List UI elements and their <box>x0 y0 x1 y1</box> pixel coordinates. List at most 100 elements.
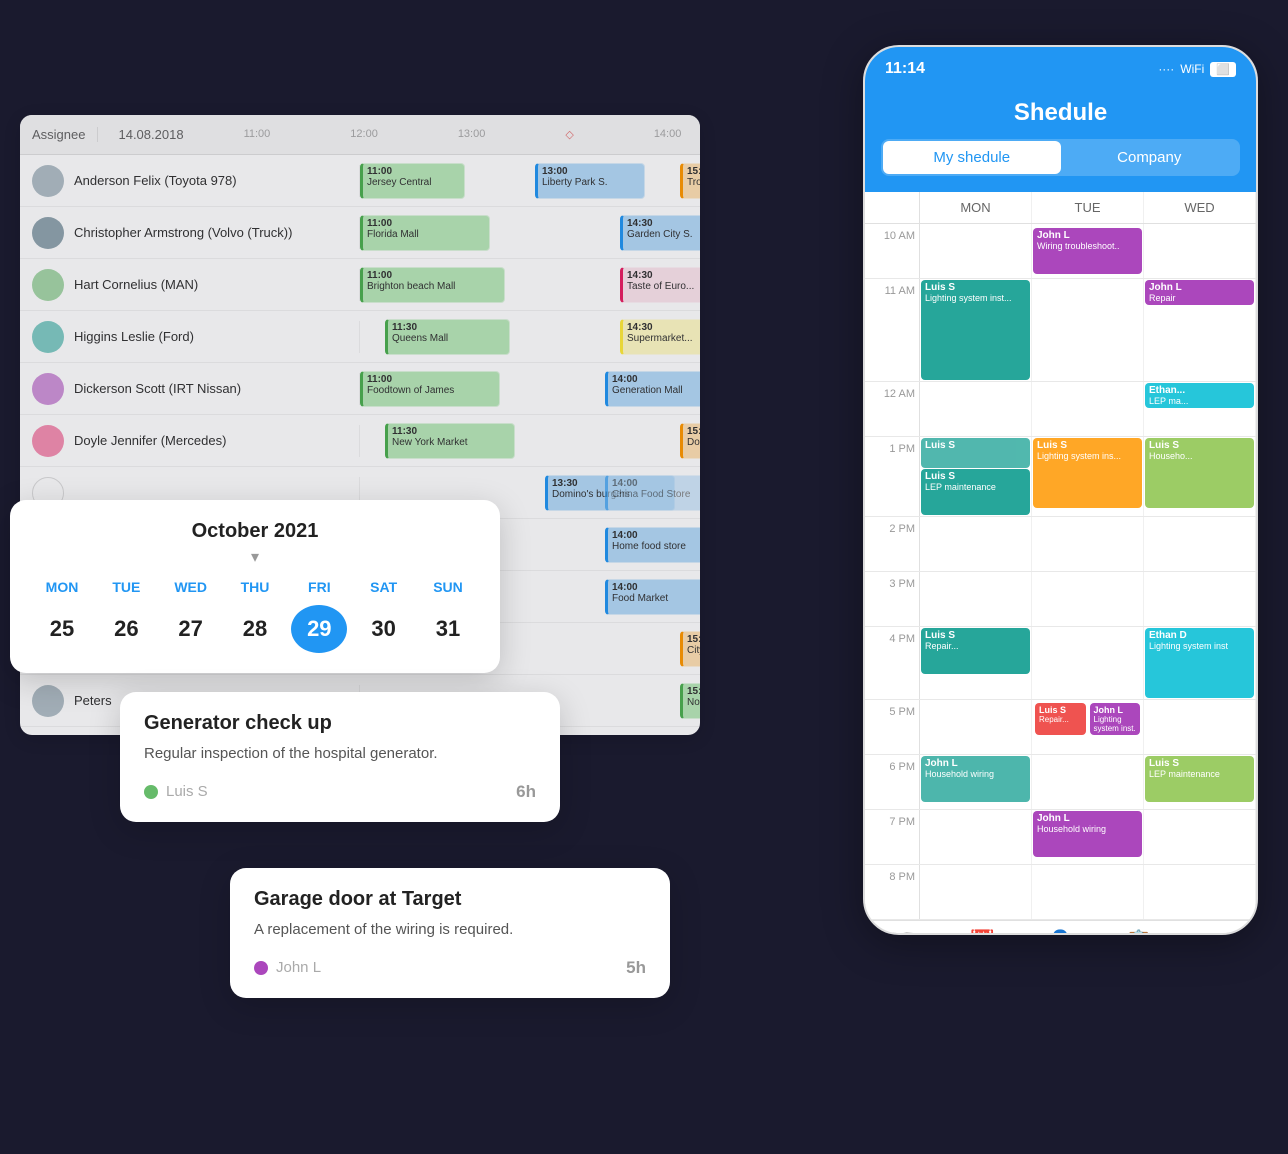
nav-tasks[interactable]: 📋 Tasks <box>1100 929 1178 935</box>
cal-event[interactable]: Ethan D Lighting system inst <box>1145 628 1254 698</box>
nav-more[interactable]: ··· More <box>1178 929 1256 935</box>
wed-6pm: Luis S LEP maintenance <box>1144 755 1256 809</box>
view-toggle: My shedule Company <box>881 139 1240 176</box>
day-name-fri: FRI <box>291 579 347 595</box>
event-block[interactable]: 14:00China Food Store <box>605 475 700 511</box>
cal-event[interactable]: Luis S <box>921 438 1030 468</box>
event-block[interactable]: 15:00Don Salv... <box>680 423 700 459</box>
shedule-icon: 📅 <box>943 929 1021 935</box>
map-icon: 🗺️ <box>865 929 943 935</box>
cal-event[interactable]: John L Repair <box>1145 280 1254 305</box>
day-name-sat: SAT <box>356 579 412 595</box>
assignee-info: Dickerson Scott (IRT Nissan) <box>20 373 360 405</box>
card-generator: Generator check up Regular inspection of… <box>120 692 560 822</box>
tue-1pm: Luis S Lighting system ins... <box>1032 437 1144 516</box>
cal-event[interactable]: John L Household wiring <box>1033 811 1142 857</box>
nav-status[interactable]: 👤 Status <box>1021 929 1099 935</box>
cal-day-29[interactable]: 29 <box>291 605 347 653</box>
day-name-wed: WED <box>163 579 219 595</box>
mini-cal-arrow[interactable]: ▾ <box>34 547 476 567</box>
cal-day-30[interactable]: 30 <box>356 605 412 653</box>
wed-5pm <box>1144 700 1256 754</box>
company-tab[interactable]: Company <box>1061 141 1239 174</box>
cal-event[interactable]: John L Wiring troubleshoot.. <box>1033 228 1142 274</box>
cal-event[interactable]: Luis S Repair... <box>921 628 1030 674</box>
tue-10am: John L Wiring troubleshoot.. <box>1032 224 1144 278</box>
avatar <box>32 373 64 405</box>
event-block[interactable]: 11:30Queens Mall <box>385 319 510 355</box>
event-block[interactable]: 14:30Taste of Euro... <box>620 267 700 303</box>
mon-12am <box>920 382 1032 436</box>
assignee-name: Christopher Armstrong (Volvo (Truck)) <box>74 225 292 240</box>
cal-event[interactable]: Luis S Househo... <box>1145 438 1254 508</box>
event-block[interactable]: 15:00City Mall <box>680 631 700 667</box>
cal-event[interactable]: Luis S Lighting system ins... <box>1033 438 1142 508</box>
time-label: 1 PM <box>865 437 920 516</box>
event-block[interactable]: 11:00Jersey Central <box>360 163 465 199</box>
person-name: John L <box>276 959 321 976</box>
event-block[interactable]: 14:00Food Market <box>605 579 700 615</box>
event-block[interactable]: 11:00Foodtown of James <box>360 371 500 407</box>
app-title: Shedule <box>881 99 1240 127</box>
wed-2pm <box>1144 517 1256 571</box>
time-row-5pm: 5 PM Luis S Repair... John L Lighting sy… <box>865 700 1256 755</box>
assignee-info: Anderson Felix (Toyota 978) <box>20 165 360 197</box>
card-generator-desc: Regular inspection of the hospital gener… <box>144 743 536 766</box>
cal-event[interactable]: John L Household wiring <box>921 756 1030 802</box>
tasks-icon: 📋 <box>1100 929 1178 935</box>
event-block[interactable]: 14:30Garden City S. <box>620 215 700 251</box>
event-block[interactable]: 11:30New York Market <box>385 423 515 459</box>
event-block[interactable]: 13:00Liberty Park S. <box>535 163 645 199</box>
event-block[interactable]: 15:00North Park Mall <box>680 683 700 719</box>
card-garage-hours: 5h <box>626 958 646 978</box>
cal-day-26[interactable]: 26 <box>98 605 154 653</box>
event-block[interactable]: 14:00Home food store <box>605 527 700 563</box>
cal-day-25[interactable]: 25 <box>34 605 90 653</box>
panel-header: Assignee 14.08.2018 11:00 12:00 13:00 ◇ … <box>20 115 700 155</box>
cal-event[interactable]: Ethan... LEP ma... <box>1145 383 1254 408</box>
cal-event[interactable]: Luis S LEP maintenance <box>1145 756 1254 802</box>
time-label: 8 PM <box>865 865 920 919</box>
cal-event[interactable]: Luis S Lighting system inst... <box>921 280 1030 380</box>
card-garage-title: Garage door at Target <box>254 888 646 911</box>
day-header-wed: WED <box>1144 192 1256 223</box>
tue-12am <box>1032 382 1144 436</box>
cal-day-27[interactable]: 27 <box>163 605 219 653</box>
mon-10am <box>920 224 1032 278</box>
my-shedule-tab[interactable]: My shedule <box>883 141 1061 174</box>
avatar <box>32 217 64 249</box>
avatar <box>32 321 64 353</box>
day-name-mon: MON <box>34 579 90 595</box>
card-generator-hours: 6h <box>516 782 536 802</box>
cal-event[interactable]: Luis S LEP maintenance <box>921 469 1030 515</box>
cal-day-28[interactable]: 28 <box>227 605 283 653</box>
cal-day-31[interactable]: 31 <box>420 605 476 653</box>
nav-shedule[interactable]: 📅 Shedule <box>943 929 1021 935</box>
tue-3pm <box>1032 572 1144 626</box>
cal-event[interactable]: Luis S Repair... <box>1035 703 1086 735</box>
calendar-body[interactable]: 10 AM John L Wiring troubleshoot.. 11 AM… <box>865 224 1256 920</box>
event-block[interactable]: 14:30Supermarket... <box>620 319 700 355</box>
event-block[interactable]: 11:00Florida Mall <box>360 215 490 251</box>
time-row-2pm: 2 PM <box>865 517 1256 572</box>
mon-5pm <box>920 700 1032 754</box>
battery-icon: ⬜ <box>1210 62 1236 77</box>
nav-map[interactable]: 🗺️ Map <box>865 929 943 935</box>
event-block[interactable]: 15:00Tropica... <box>680 163 700 199</box>
app-header: Shedule My shedule Company <box>865 91 1256 192</box>
assignee-name: Peters <box>74 693 112 708</box>
mon-3pm <box>920 572 1032 626</box>
time-label: 2 PM <box>865 517 920 571</box>
assignee-name: Doyle Jennifer (Mercedes) <box>74 433 226 448</box>
mini-cal-days-header: MON TUE WED THU FRI SAT SUN <box>34 579 476 595</box>
assignee-info: Doyle Jennifer (Mercedes) <box>20 425 360 457</box>
mon-8pm <box>920 865 1032 919</box>
event-block[interactable]: 14:00Generation Mall <box>605 371 700 407</box>
calendar-day-headers: MON TUE WED <box>865 192 1256 224</box>
event-block[interactable]: 11:00Brighton beach Mall <box>360 267 505 303</box>
card-generator-title: Generator check up <box>144 712 536 735</box>
avatar <box>32 165 64 197</box>
cal-event[interactable]: John L Lighting system inst. <box>1090 703 1141 735</box>
mon-4pm: Luis S Repair... <box>920 627 1032 699</box>
schedule-row: Dickerson Scott (IRT Nissan) 11:00Foodto… <box>20 363 700 415</box>
